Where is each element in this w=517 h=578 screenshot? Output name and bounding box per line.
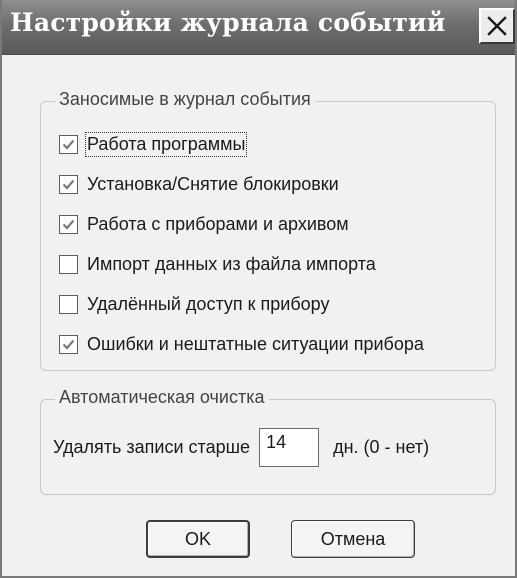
checkbox-box[interactable]: [59, 294, 78, 314]
checkbox-label: Импорт данных из файла импорта: [87, 253, 376, 274]
close-button[interactable]: [479, 8, 515, 44]
checkbox-remote-access[interactable]: Удалённый доступ к прибору: [59, 292, 329, 316]
cleanup-group-caption: Автоматическая очистка: [55, 387, 269, 408]
events-groupbox: Заносимые в журнал события Работа програ…: [40, 89, 496, 371]
checkbox-label: Удалённый доступ к прибору: [87, 293, 330, 314]
checkbox-program-work[interactable]: Работа программы: [59, 131, 248, 157]
event-log-settings-dialog: Настройки журнала событий Заносимые в жу…: [0, 0, 517, 578]
cleanup-groupbox: Автоматическая очистка Удалять записи ст…: [40, 387, 496, 495]
checkbox-box[interactable]: [59, 254, 78, 274]
checkbox-label: Работа с приборами и архивом: [87, 213, 349, 234]
cancel-button[interactable]: Отмена: [291, 520, 415, 558]
close-icon: [487, 16, 507, 36]
checkbox-box[interactable]: [59, 174, 78, 194]
checkbox-label: Работа программы: [84, 131, 248, 157]
events-group-caption: Заносимые в журнал события: [55, 89, 315, 110]
checkbox-lock-unlock[interactable]: Установка/Снятие блокировки: [59, 172, 339, 196]
checkbox-device-errors[interactable]: Ошибки и нештатные ситуации прибора: [59, 332, 424, 356]
days-suffix-label: дн. (0 - нет): [333, 437, 430, 457]
ok-button[interactable]: OK: [146, 520, 250, 558]
checkbox-label: Ошибки и нештатные ситуации прибора: [87, 333, 424, 354]
checkbox-import-data[interactable]: Импорт данных из файла импорта: [59, 252, 376, 276]
checkmark-icon: [62, 179, 75, 190]
title-bar[interactable]: Настройки журнала событий: [2, 0, 515, 55]
checkbox-label: Установка/Снятие блокировки: [87, 173, 339, 194]
checkbox-box[interactable]: [59, 334, 78, 354]
checkmark-icon: [62, 219, 75, 230]
delete-older-label: Удалять записи старше: [53, 437, 251, 457]
window-title: Настройки журнала событий: [10, 8, 446, 37]
checkbox-box[interactable]: [59, 134, 78, 154]
checkmark-icon: [62, 339, 75, 350]
checkmark-icon: [62, 139, 75, 150]
cleanup-row: Удалять записи старше дн. (0 - нет): [53, 428, 429, 467]
days-input[interactable]: [259, 428, 320, 467]
checkbox-devices-archive[interactable]: Работа с приборами и архивом: [59, 212, 349, 236]
checkbox-box[interactable]: [59, 214, 78, 234]
